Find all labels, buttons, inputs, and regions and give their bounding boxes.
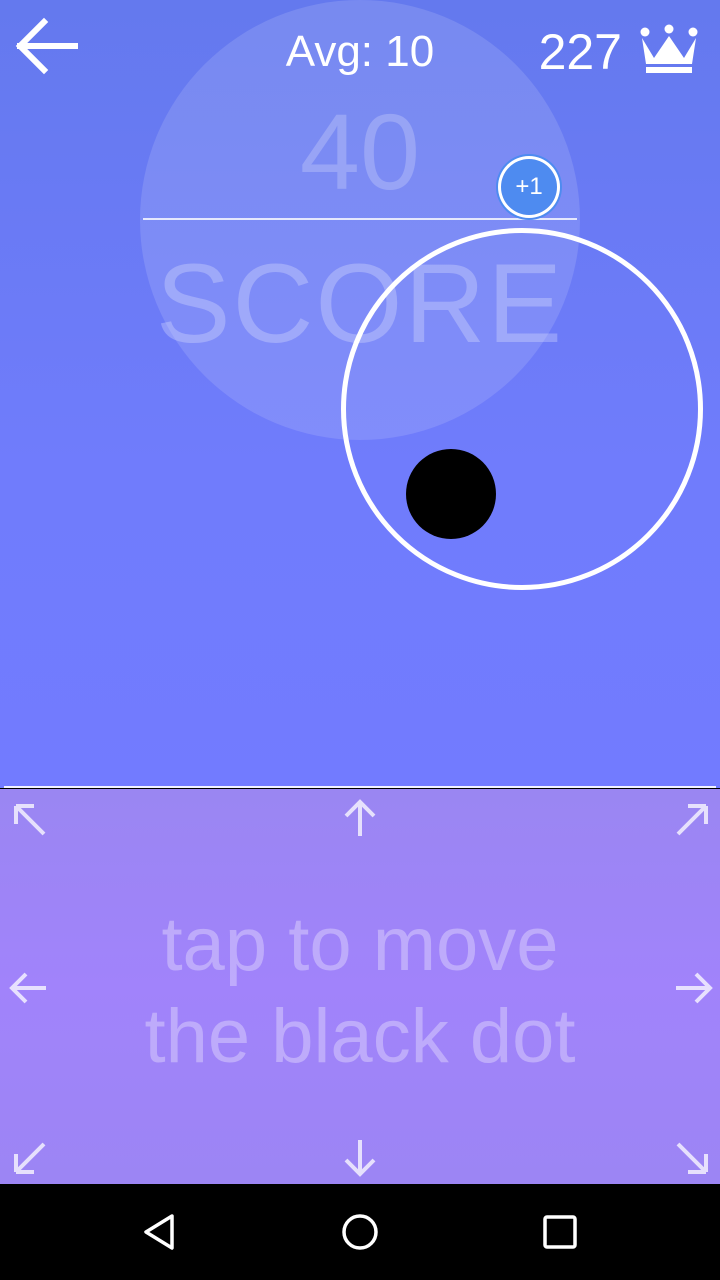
nav-back-icon xyxy=(144,1214,174,1250)
arrow-down-icon[interactable] xyxy=(338,1136,382,1180)
crown-icon xyxy=(640,24,698,73)
best-score: 227 xyxy=(538,24,622,80)
average-score: Avg: 10 xyxy=(285,27,435,76)
back-arrow-icon xyxy=(15,17,78,75)
nav-recents-button[interactable] xyxy=(530,1202,590,1262)
arrow-left-icon[interactable] xyxy=(6,966,50,1010)
system-navigation-bar xyxy=(0,1184,720,1280)
arrow-down-right-icon[interactable] xyxy=(670,1136,714,1180)
nav-home-icon xyxy=(342,1214,378,1250)
arrow-up-right-icon[interactable] xyxy=(670,798,714,842)
instruction-line-1: tap to move xyxy=(161,902,559,987)
game-area: 40 SCORE Avg: 10 227 +1 xyxy=(0,0,720,788)
nav-recents-icon xyxy=(543,1215,577,1249)
back-button[interactable] xyxy=(10,14,80,78)
arrow-up-left-icon[interactable] xyxy=(8,798,52,842)
arrow-right-icon[interactable] xyxy=(672,966,716,1010)
target-circle xyxy=(341,228,703,590)
black-dot xyxy=(406,449,496,539)
nav-back-button[interactable] xyxy=(130,1202,190,1262)
instruction-line-2: the black dot xyxy=(144,994,576,1079)
control-divider xyxy=(4,786,716,788)
score-divider xyxy=(143,218,577,220)
nav-home-button[interactable] xyxy=(330,1202,390,1262)
arrow-down-left-icon[interactable] xyxy=(8,1136,52,1180)
arrow-up-icon[interactable] xyxy=(338,796,382,840)
plus-one-badge: +1 xyxy=(498,156,560,218)
